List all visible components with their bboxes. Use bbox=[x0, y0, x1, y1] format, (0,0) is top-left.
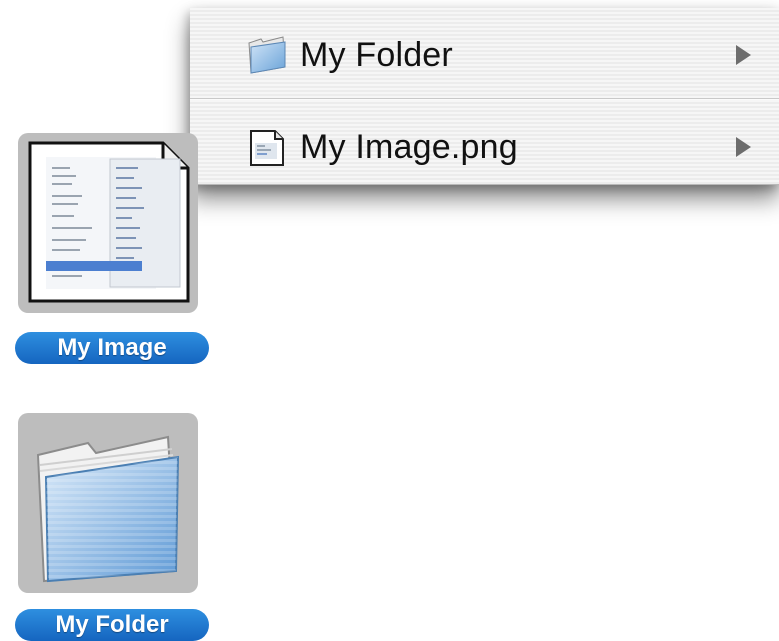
menu-item-label: My Image.png bbox=[300, 127, 518, 166]
image-file-icon bbox=[250, 130, 284, 166]
context-menu: My Folder My Image.png bbox=[190, 8, 779, 185]
desktop-icon-label-my-image[interactable]: My Image bbox=[15, 332, 209, 364]
menu-item-my-image[interactable]: My Image.png bbox=[190, 104, 779, 190]
desktop-icon-my-image[interactable] bbox=[18, 133, 198, 313]
image-thumbnail-icon bbox=[28, 141, 190, 303]
menu-item-label: My Folder bbox=[300, 35, 453, 74]
folder-icon bbox=[248, 36, 286, 74]
submenu-arrow-icon bbox=[736, 45, 751, 65]
submenu-arrow-icon bbox=[736, 137, 751, 157]
desktop-icon-label-my-folder[interactable]: My Folder bbox=[15, 609, 209, 641]
menu-item-my-folder[interactable]: My Folder bbox=[190, 12, 779, 98]
desktop-icon-my-folder[interactable] bbox=[18, 413, 198, 593]
menu-separator bbox=[190, 98, 779, 100]
folder-icon bbox=[36, 435, 180, 583]
